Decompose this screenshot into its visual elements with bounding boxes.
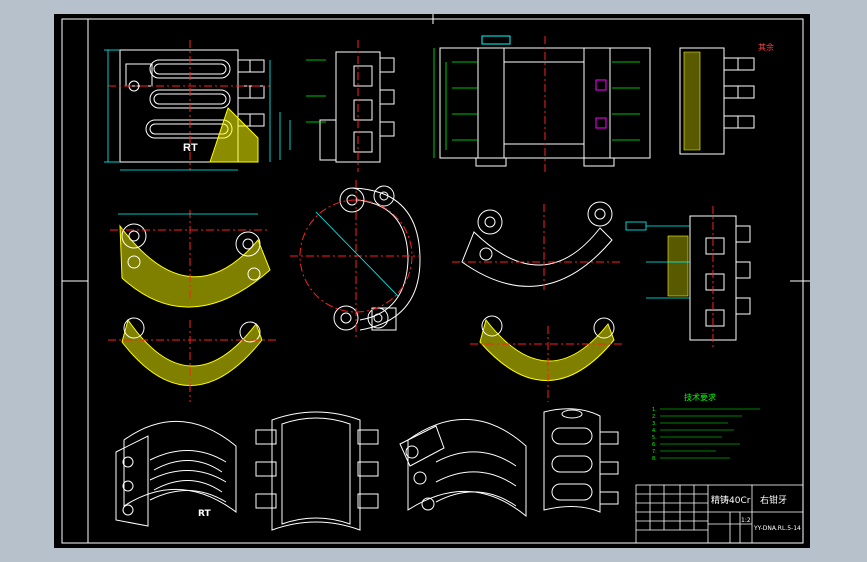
tech-req-line-8: 8. — [652, 456, 657, 462]
corner-roughness-note: 其余 — [758, 42, 774, 52]
tech-req-line-6: 6. — [652, 442, 657, 448]
cad-drawing: RT 其余 技术要求 1. 2. 3. 4. 5. 6. 7. 8. RT 精铸… — [54, 14, 810, 548]
tech-req-line-3: 3. — [652, 421, 657, 427]
scale-value: 1:2 — [741, 517, 751, 524]
material-label: 精铸40Cr — [711, 494, 751, 506]
rt-mark-iso: RT — [198, 509, 212, 519]
tech-req-line-4: 4. — [652, 428, 657, 434]
tech-req-line-2: 2. — [652, 414, 657, 420]
tech-req-line-1: 1. — [652, 407, 657, 413]
tech-req-line-7: 7. — [652, 449, 657, 455]
part-name: 右钳牙 — [760, 494, 787, 506]
drawing-number: YY-DNA.RL.5-14 — [753, 525, 801, 532]
tech-req-heading: 技术要求 — [684, 392, 716, 402]
tech-req-line-5: 5. — [652, 435, 657, 441]
rt-mark-front: RT — [183, 142, 198, 154]
